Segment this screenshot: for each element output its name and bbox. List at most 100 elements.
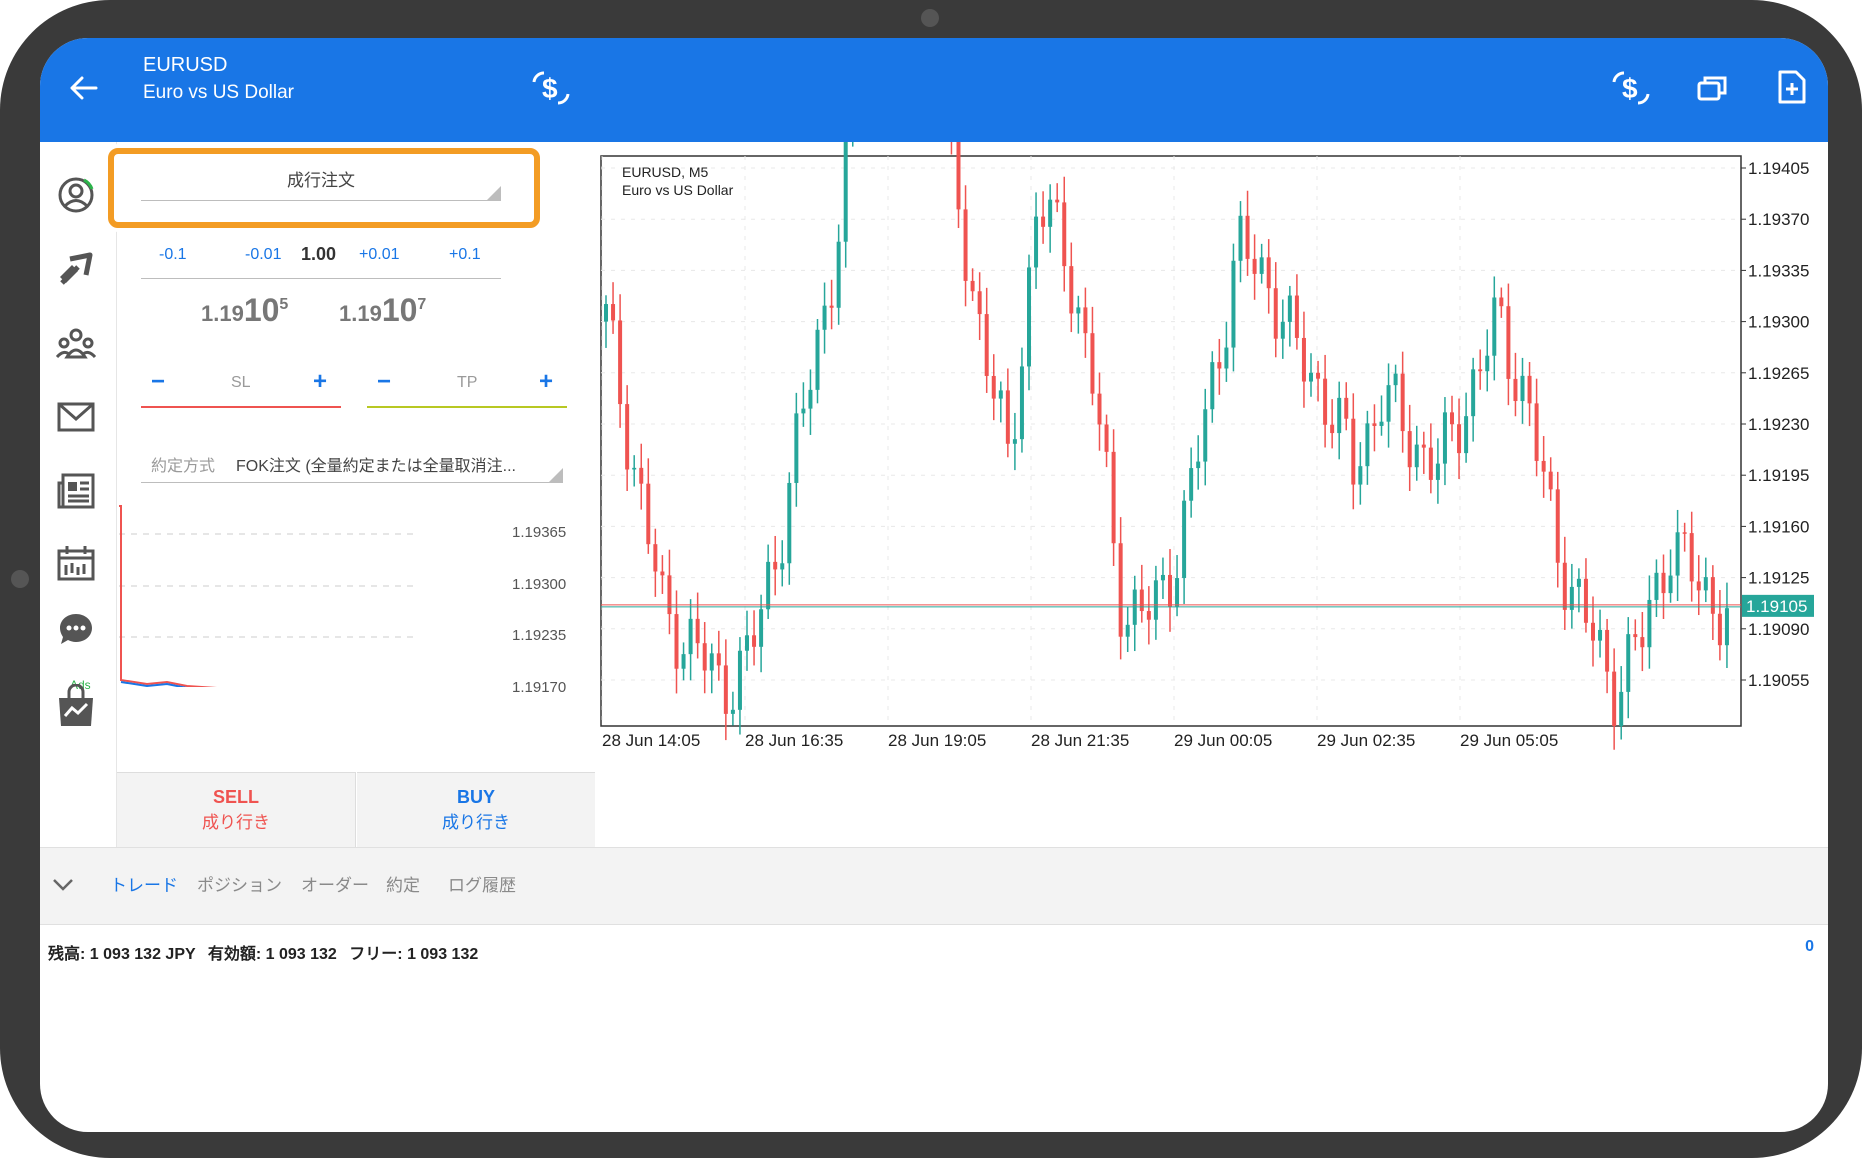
volume-value[interactable]: 1.00 xyxy=(301,244,336,265)
candle-body xyxy=(1005,390,1010,444)
candle-body xyxy=(1252,258,1257,274)
order-panel: 成行注文 -0.1 -0.01 1.00 +0.01 +0.1 1.19105 … xyxy=(106,142,635,848)
price-axis-label: 1.19370 xyxy=(1748,210,1809,229)
chevron-down-icon[interactable] xyxy=(48,870,78,900)
tp-minus-button[interactable]: − xyxy=(377,368,391,396)
tab-orders[interactable]: オーダー xyxy=(301,848,369,924)
candle-body xyxy=(709,653,714,671)
back-arrow-icon[interactable] xyxy=(64,68,104,108)
sl-plus-button[interactable]: + xyxy=(313,368,327,396)
candle-body xyxy=(660,571,665,576)
ask-price-sup: 7 xyxy=(417,295,427,313)
candle-body xyxy=(1287,295,1292,322)
candle-body xyxy=(991,375,996,399)
tp-plus-button[interactable]: + xyxy=(539,368,553,396)
dollar-arrows-icon[interactable]: $ xyxy=(528,66,574,110)
camera-dot xyxy=(921,9,939,27)
home-dot xyxy=(11,570,29,588)
windows-icon[interactable] xyxy=(1692,68,1732,108)
candle-body xyxy=(1055,199,1060,203)
candle-body xyxy=(1717,613,1722,646)
tab-positions[interactable]: ポジション xyxy=(197,848,282,924)
candle-body xyxy=(829,305,834,308)
fill-policy-value: FOK注文 (全量約定または全量取消注... xyxy=(236,458,517,475)
volume-minus-0.01[interactable]: -0.01 xyxy=(245,246,281,264)
fill-policy-select[interactable]: 約定方式 FOK注文 (全量約定または全量取消注... xyxy=(141,442,563,483)
sl-minus-button[interactable]: − xyxy=(151,368,165,396)
volume-plus-0.01[interactable]: +0.01 xyxy=(359,246,399,264)
volume-minus-0.1[interactable]: -0.1 xyxy=(159,246,187,264)
candle-body xyxy=(787,482,792,564)
candle-body xyxy=(1478,369,1483,372)
candle-body xyxy=(702,643,707,671)
tp-field[interactable]: − TP + xyxy=(367,360,567,408)
candle-body xyxy=(794,413,799,483)
price-chart[interactable]: 1.19405 1.19370 1.19335 1.19300 1.19265 1.192… xyxy=(600,38,1828,847)
tab-deals[interactable]: 約定 xyxy=(386,848,420,924)
candle-body xyxy=(1217,362,1222,369)
buy-label: BUY xyxy=(456,787,495,807)
candle-body xyxy=(618,320,623,405)
sl-field[interactable]: − SL + xyxy=(141,360,341,408)
candle-body xyxy=(1280,321,1285,339)
price-axis-label: 1.19300 xyxy=(1748,313,1809,332)
candle-body xyxy=(1019,366,1024,440)
calendar-icon[interactable] xyxy=(46,540,106,586)
candle-body xyxy=(1027,267,1031,367)
candle-body xyxy=(815,329,820,390)
volume-plus-0.1[interactable]: +0.1 xyxy=(449,246,481,264)
candle-body xyxy=(1513,378,1518,402)
candle-body xyxy=(1323,378,1328,425)
candle-body xyxy=(1654,572,1659,600)
sell-button[interactable]: SELL 成り行き xyxy=(117,772,356,848)
mail-icon[interactable] xyxy=(46,394,106,440)
candle-body xyxy=(773,561,778,570)
news-icon[interactable] xyxy=(46,468,106,514)
dollar-arrows-icon[interactable]: $ xyxy=(1608,66,1654,110)
candle-body xyxy=(1125,624,1130,637)
chat-icon[interactable] xyxy=(46,606,106,652)
candle-body xyxy=(1069,266,1074,314)
candle-body xyxy=(1259,257,1264,274)
free-margin-label: フリー: xyxy=(349,946,403,963)
price-axis-label: 1.19055 xyxy=(1748,671,1809,690)
add-document-icon[interactable] xyxy=(1772,64,1812,110)
price-axis-label: 1.19405 xyxy=(1748,159,1809,178)
price-axis-label: 1.19265 xyxy=(1748,364,1809,383)
shop-bag-icon[interactable] xyxy=(46,680,106,732)
candle-body xyxy=(716,653,721,666)
candle-body xyxy=(1118,543,1123,637)
balance-label: 残高: xyxy=(48,946,86,963)
candle-body xyxy=(1316,372,1321,379)
candle-body xyxy=(1548,471,1553,490)
candle-body xyxy=(1301,337,1306,382)
candle-body xyxy=(1400,373,1405,432)
sell-sub-label: 成り行き xyxy=(202,813,270,832)
candle-body xyxy=(1294,295,1299,338)
trade-arrows-icon[interactable] xyxy=(46,246,106,292)
candle-body xyxy=(1591,622,1595,641)
candle-body xyxy=(1048,199,1053,227)
profit-value: 0 xyxy=(1805,938,1814,955)
candle-body xyxy=(639,467,644,484)
candle-body xyxy=(1414,444,1419,468)
buy-button[interactable]: BUY 成り行き xyxy=(357,772,595,848)
tab-trade[interactable]: トレード xyxy=(110,848,178,924)
candle-body xyxy=(674,614,679,669)
candle-body xyxy=(1619,691,1624,726)
price-axis-label: 1.19125 xyxy=(1748,569,1809,588)
terminal-tabs-bar: トレード ポジション オーダー 約定 ログ履歴 xyxy=(40,847,1828,925)
candle-body xyxy=(653,544,658,572)
candle-body xyxy=(1612,671,1617,726)
order-type-select[interactable]: 成行注文 xyxy=(141,162,501,201)
community-icon[interactable] xyxy=(46,320,106,366)
candle-body xyxy=(1576,578,1581,587)
profile-icon[interactable] xyxy=(46,172,106,218)
tab-log-history[interactable]: ログ履歴 xyxy=(448,848,516,924)
ask-price: 1.19107 xyxy=(339,292,426,329)
candle-body xyxy=(1083,307,1088,334)
current-price-label: 1.19105 xyxy=(1746,597,1807,616)
candle-body xyxy=(1696,581,1701,591)
candle-body xyxy=(1358,466,1363,485)
candle-body xyxy=(1450,412,1454,425)
